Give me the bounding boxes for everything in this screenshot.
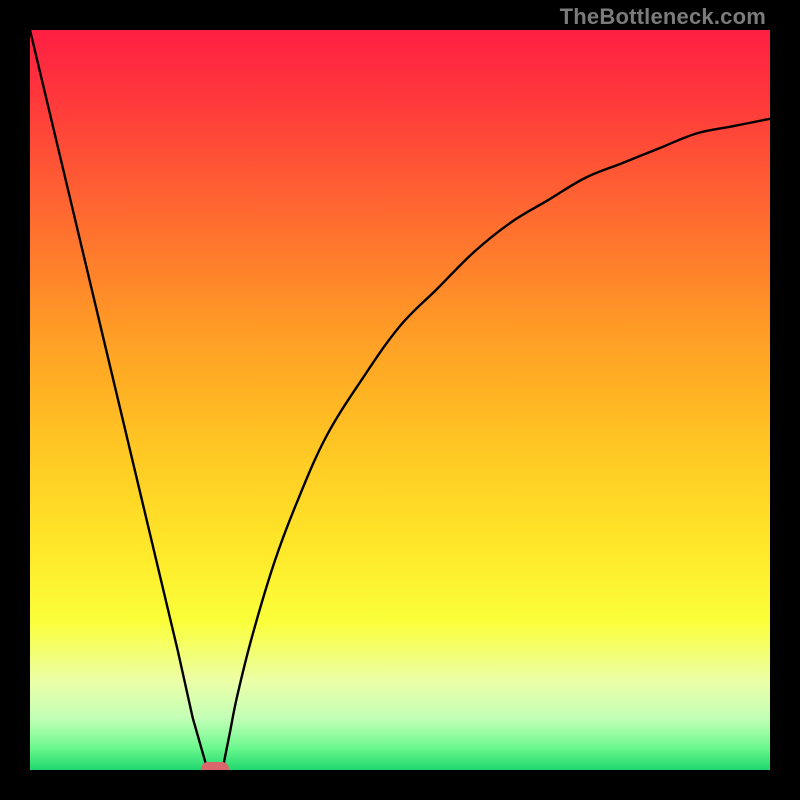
minimum-marker bbox=[201, 762, 229, 770]
plot-area bbox=[30, 30, 770, 770]
y-axis bbox=[0, 0, 30, 800]
chart-frame: TheBottleneck.com bbox=[0, 0, 800, 800]
watermark-text: TheBottleneck.com bbox=[560, 4, 766, 30]
frame-right bbox=[770, 0, 800, 800]
x-axis bbox=[0, 770, 800, 800]
bottleneck-curve bbox=[30, 30, 770, 770]
